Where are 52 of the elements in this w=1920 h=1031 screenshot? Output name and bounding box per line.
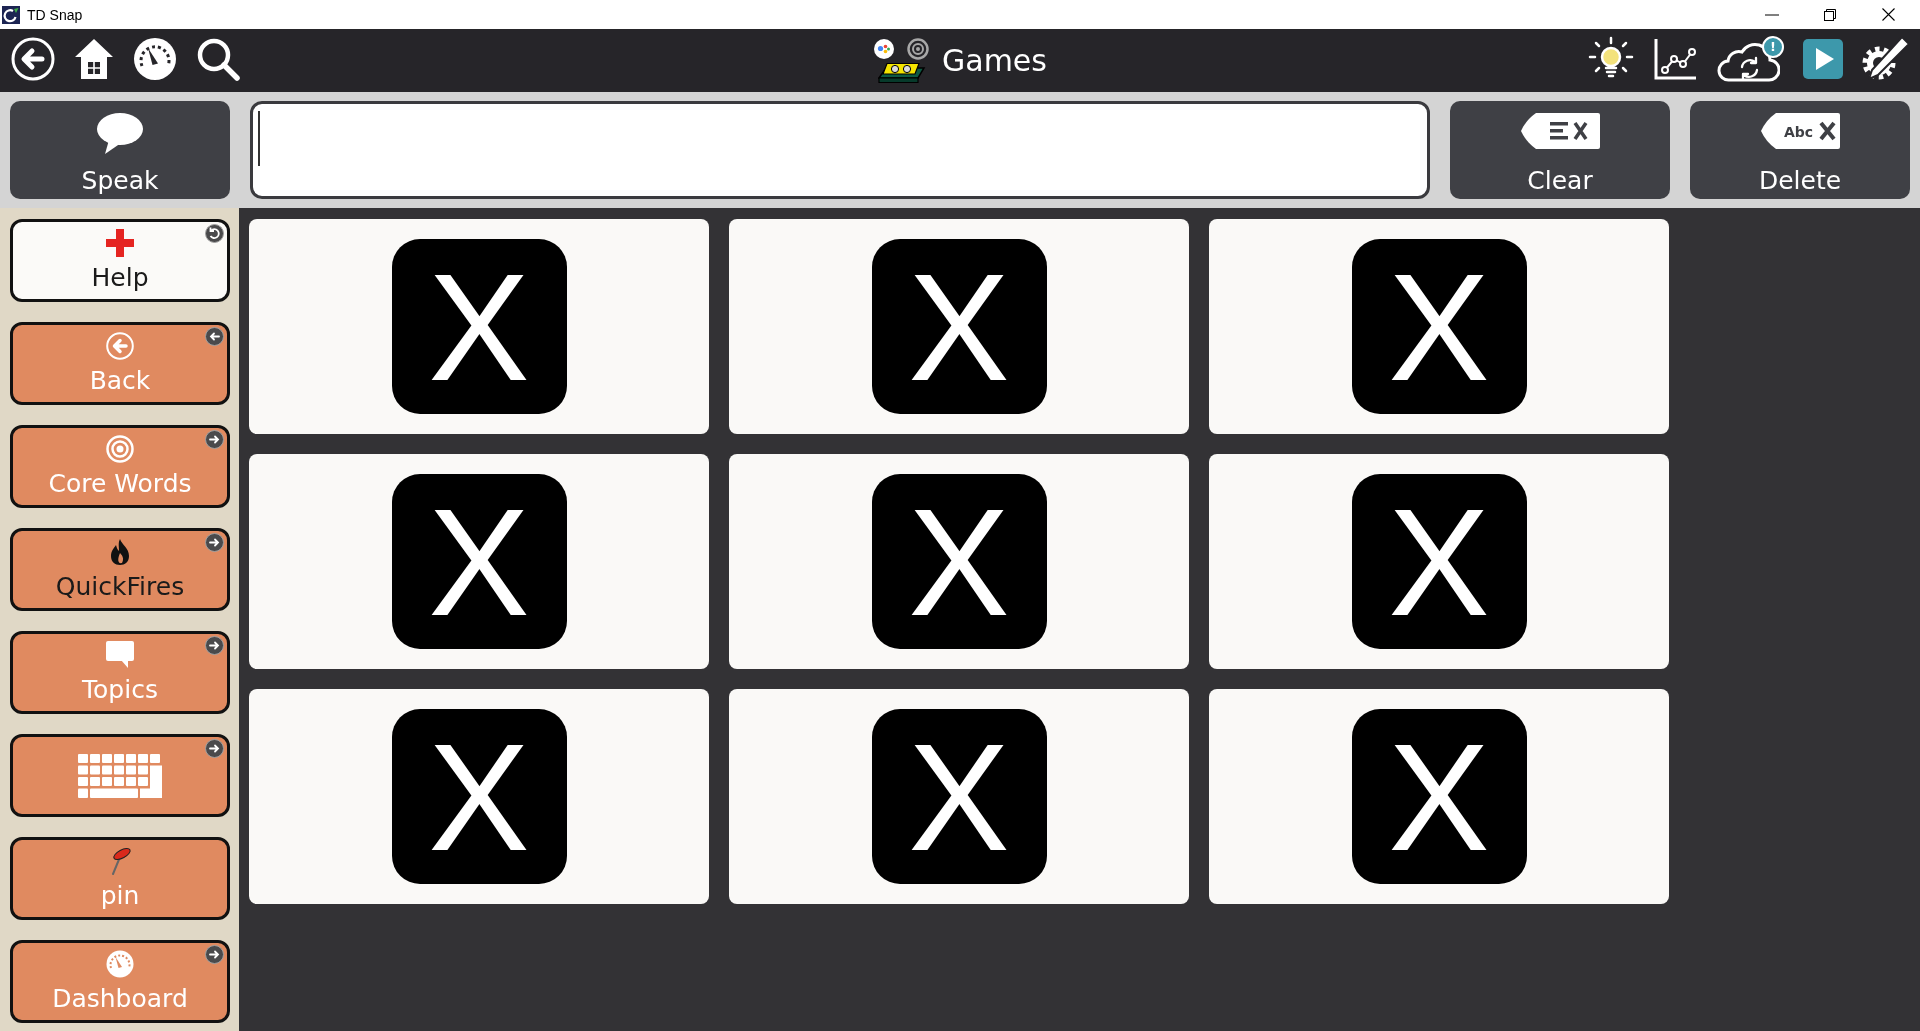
sidebar-button[interactable] [10,734,230,817]
grid-tile[interactable]: X [729,219,1189,434]
grid-tile[interactable]: X [249,219,709,434]
symbol-card: X [871,474,1047,649]
gauge-icon[interactable] [133,36,177,81]
grid-tile[interactable]: X [1209,454,1669,669]
target-icon [907,37,929,60]
colored-dots-icon [874,38,894,59]
minimize-icon[interactable] [1765,13,1779,16]
symbol-card: X [871,709,1047,884]
grid-tile[interactable]: X [729,454,1189,669]
grid-tile[interactable]: X [249,689,709,904]
notification-badge: ! [1762,35,1784,58]
cloud-sync-icon[interactable] [1716,41,1780,82]
game-cartridge-icon [877,61,926,84]
restore-icon[interactable] [1824,8,1836,21]
window-title: TD Snap [27,6,83,23]
symbol-card: X [391,239,567,414]
gear-pencil-icon[interactable] [1862,35,1910,82]
line-chart-icon[interactable] [1653,36,1697,81]
close-icon[interactable] [1881,8,1895,21]
back-icon[interactable] [11,36,55,81]
speech-bubble-icon [106,641,134,669]
delete-button[interactable]: Abc Delete [1690,101,1910,199]
clear-text-icon [1519,112,1601,150]
page-title: Games [942,43,1047,78]
delete-word-icon: Abc [1759,112,1841,150]
undo-icon[interactable] [205,224,224,243]
grid-tile[interactable]: X [729,689,1189,904]
home-icon[interactable] [74,37,114,80]
grid-tile[interactable]: X [249,454,709,669]
symbol-card: X [1351,239,1527,414]
grid-tile[interactable]: X [1209,689,1669,904]
play-icon[interactable] [1803,38,1843,79]
sidebar-button[interactable]: Help [10,219,230,302]
gauge-icon [106,950,134,978]
symbol-card: X [1351,709,1527,884]
speech-bubble-icon [96,112,144,155]
symbol-card: X [871,239,1047,414]
symbol-card: X [391,709,567,884]
target-icon [106,435,134,463]
message-field[interactable] [250,101,1430,199]
symbol-card: X [391,474,567,649]
grid-tile[interactable]: X [1209,219,1669,434]
flame-icon [109,538,131,566]
keyboard-icon [78,753,162,798]
medical-cross-icon [106,229,134,257]
clear-button[interactable]: Clear [1450,101,1670,199]
speak-button[interactable]: Speak [10,101,230,199]
sidebar-button[interactable]: QuickFires [10,528,230,611]
search-icon[interactable] [196,36,240,81]
symbol-card: X [1351,474,1527,649]
